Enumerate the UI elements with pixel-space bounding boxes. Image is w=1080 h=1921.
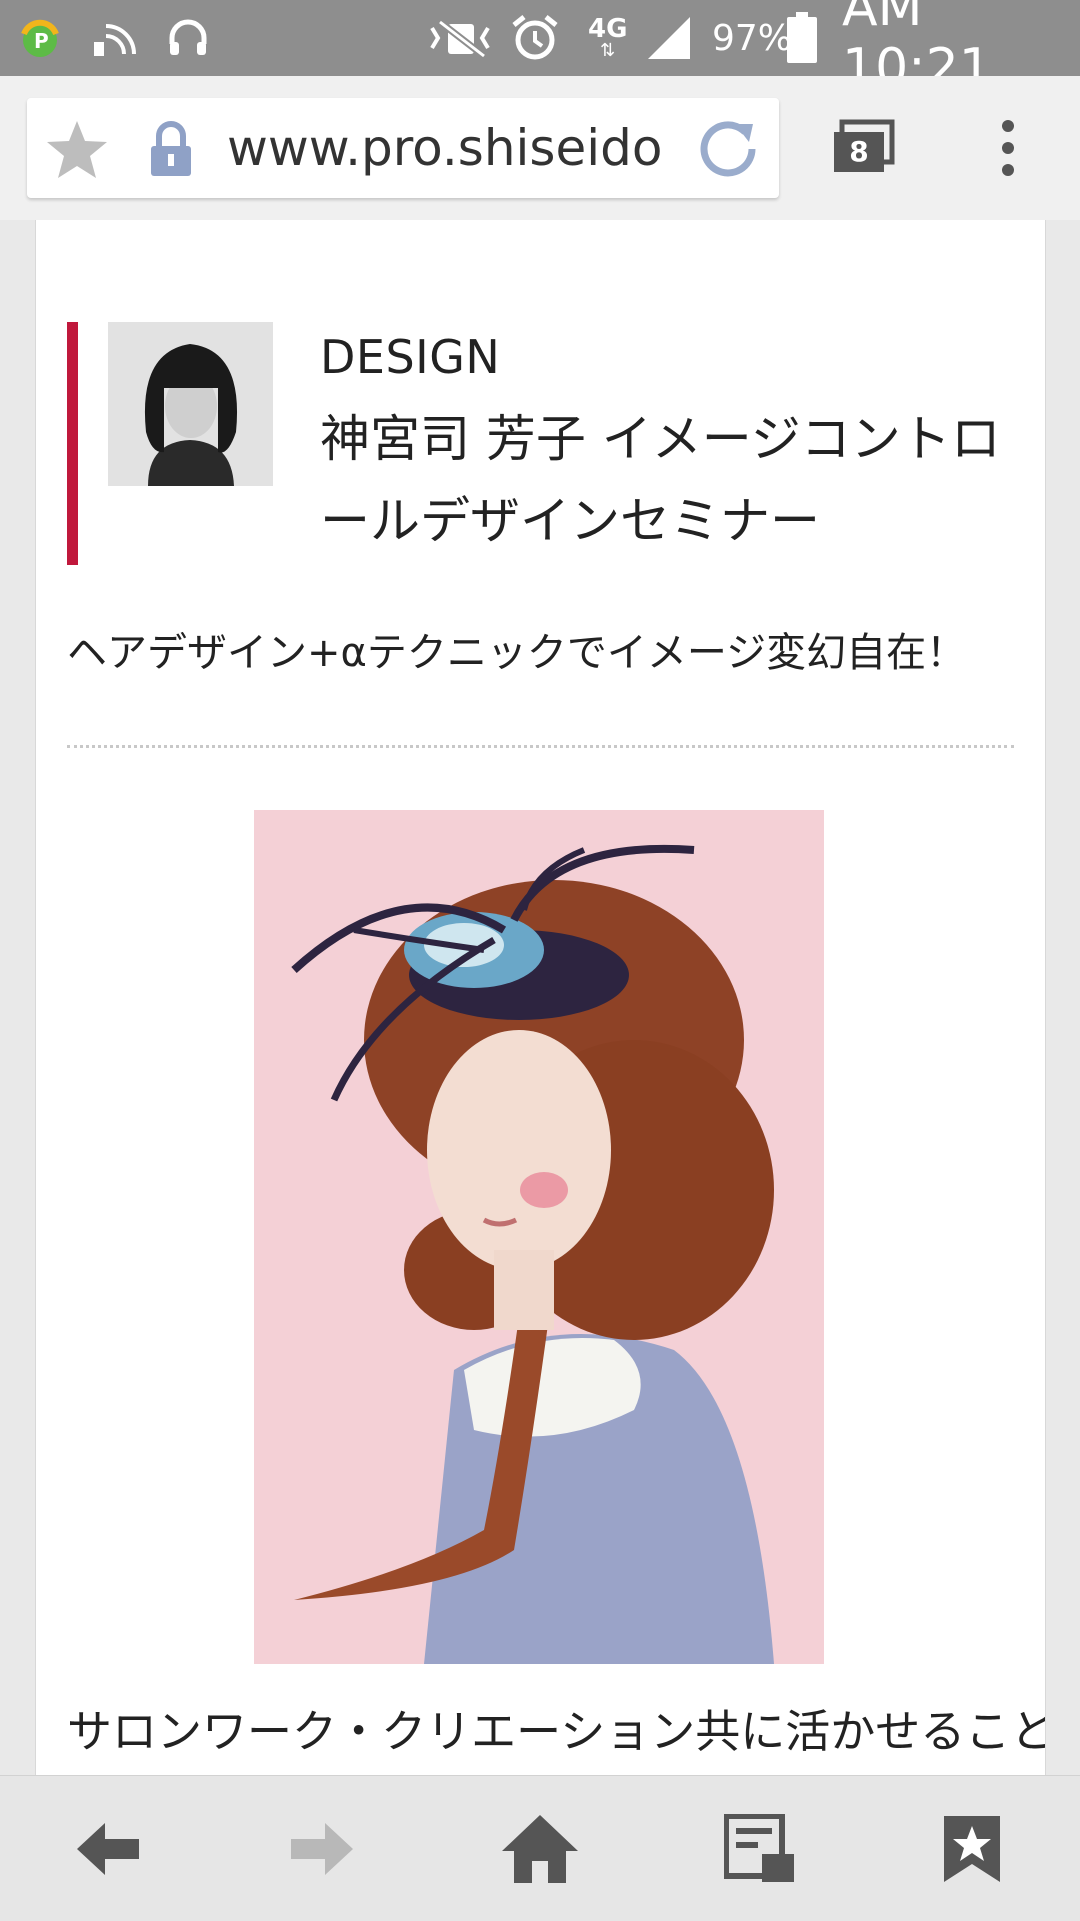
network-type-label: 4G xyxy=(588,14,628,44)
cell-signal-icon xyxy=(644,0,694,76)
tabs-icon[interactable]: 8 xyxy=(828,118,900,178)
article-card: DESIGN 神宮司 芳子 イメージコントロールデザインセミナー ヘアデザイン+… xyxy=(35,220,1046,1775)
home-icon[interactable] xyxy=(480,1776,600,1921)
dotted-divider xyxy=(67,745,1014,748)
forward-arrow-icon[interactable] xyxy=(262,1776,382,1921)
browser-toolbar: www.pro.shiseido 8 xyxy=(0,76,1080,220)
article-title: 神宮司 芳子 イメージコントロールデザインセミナー xyxy=(320,410,1001,550)
headphones-icon xyxy=(166,0,210,76)
star-icon[interactable] xyxy=(45,118,109,184)
category-label: DESIGN xyxy=(320,330,501,384)
mute-vibrate-icon xyxy=(428,0,494,76)
svg-text:P: P xyxy=(34,29,49,53)
reading-list-icon[interactable] xyxy=(700,1776,820,1921)
lock-icon xyxy=(147,120,195,182)
reload-icon[interactable] xyxy=(695,116,761,186)
omnibox[interactable]: www.pro.shiseido xyxy=(27,98,779,198)
hero-photo xyxy=(254,810,824,1664)
clock: AM 10:21 xyxy=(842,0,992,98)
tab-count: 8 xyxy=(849,135,869,168)
overflow-menu-icon[interactable] xyxy=(996,116,1020,180)
instructor-photo xyxy=(108,322,273,486)
parking-app-icon: P xyxy=(18,0,62,76)
accent-bar xyxy=(67,322,78,565)
battery-percent: 97% xyxy=(712,17,793,59)
article-body-text: サロンワーク・クリエーション共に活かせること xyxy=(67,1705,1046,1758)
wifi-signal-icon xyxy=(92,0,138,76)
battery-icon xyxy=(786,0,818,76)
status-bar: P 4G ⇅ 97% AM 10:21 xyxy=(0,0,1080,98)
article-subtitle: ヘアデザイン+αテクニックでイメージ変幻自在！ xyxy=(67,630,967,676)
bottom-navigation xyxy=(0,1775,1080,1921)
back-arrow-icon[interactable] xyxy=(48,1776,168,1921)
bookmark-icon[interactable] xyxy=(912,1776,1032,1921)
network-4g-icon: 4G ⇅ xyxy=(588,14,628,61)
alarm-icon xyxy=(510,0,560,76)
url-text[interactable]: www.pro.shiseido xyxy=(227,98,697,198)
